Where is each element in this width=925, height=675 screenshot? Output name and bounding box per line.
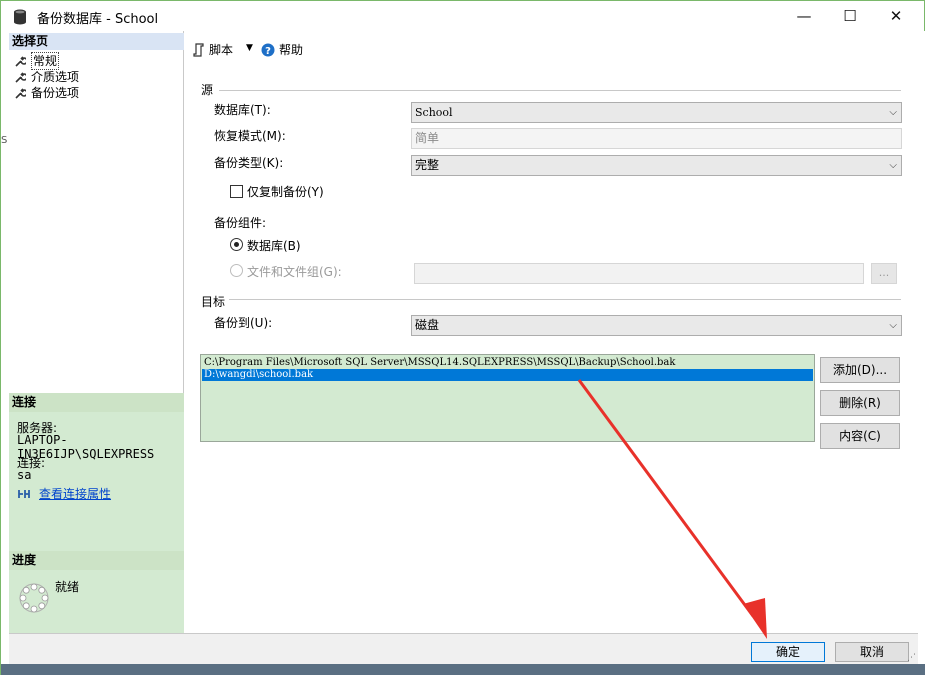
- chevron-down-icon: ⌵: [889, 160, 897, 171]
- connection-header: 连接: [9, 393, 184, 412]
- page-item-label: 常规: [31, 52, 60, 70]
- component-files-radio[interactable]: [230, 264, 243, 277]
- database-value: School: [415, 106, 453, 119]
- database-label: 数据库(T):: [214, 103, 271, 117]
- wrench-icon: [15, 87, 26, 99]
- files-filegroups-input: [414, 263, 864, 284]
- source-section-label: 源: [201, 83, 214, 97]
- svg-text:?: ?: [265, 46, 271, 57]
- connection-value: sa: [17, 468, 32, 482]
- destination-path-item[interactable]: C:\Program Files\Microsoft SQL Server\MS…: [202, 357, 813, 369]
- backup-type-select[interactable]: 完整 ⌵: [411, 155, 902, 176]
- component-database-radio[interactable]: [230, 238, 243, 251]
- backup-to-select[interactable]: 磁盘 ⌵: [411, 315, 902, 336]
- maximize-button[interactable]: ☐: [827, 1, 873, 31]
- script-label: 脚本: [209, 43, 234, 57]
- backup-database-window: 备份数据库 - School — ☐ ✕ S 选择页 常规 介质选项 备份选项 …: [0, 0, 925, 675]
- general-page-content: 脚本 ▼ ? 帮助 源 数据库(T): School ⌵ 恢复模式(M): 简单…: [185, 31, 918, 633]
- dialog-button-bar: 确定 取消: [9, 633, 918, 664]
- script-dropdown-arrow[interactable]: ▼: [246, 43, 253, 53]
- page-item-general[interactable]: 常规: [15, 52, 60, 70]
- window-right-edge: [918, 31, 925, 664]
- resize-grip-icon[interactable]: ⋰: [907, 653, 916, 663]
- title-bar: 备份数据库 - School — ☐ ✕: [1, 1, 924, 31]
- remove-destination-button[interactable]: 删除(R): [820, 390, 900, 416]
- copy-only-checkbox[interactable]: [230, 185, 243, 198]
- destination-section-label: 目标: [201, 295, 226, 309]
- recovery-model-label: 恢复模式(M):: [214, 129, 286, 143]
- component-database-label[interactable]: 数据库(B): [247, 237, 301, 254]
- ok-button[interactable]: 确定: [751, 642, 825, 662]
- destination-divider: [229, 299, 901, 300]
- page-item-media-options[interactable]: 介质选项: [15, 69, 79, 85]
- backup-type-label: 备份类型(K):: [214, 156, 284, 170]
- minimize-button[interactable]: —: [781, 1, 827, 31]
- backup-component-label: 备份组件:: [214, 216, 267, 230]
- files-browse-button: ...: [871, 263, 897, 284]
- window-title: 备份数据库 - School: [37, 12, 159, 27]
- database-select[interactable]: School ⌵: [411, 102, 902, 123]
- progress-panel: 就绪: [9, 570, 184, 633]
- backup-to-label: 备份到(U):: [214, 316, 273, 330]
- script-button[interactable]: 脚本: [193, 41, 233, 58]
- left-panel: 选择页 常规 介质选项 备份选项 连接 服务器: LAPTOP-IN3E6IJP…: [9, 31, 184, 633]
- backup-destination-list[interactable]: C:\Program Files\Microsoft SQL Server\MS…: [200, 354, 815, 442]
- taskbar-strip: [1, 664, 925, 675]
- view-connection-properties-link[interactable]: 查看连接属性: [39, 485, 111, 502]
- add-destination-button[interactable]: 添加(D)...: [820, 357, 900, 383]
- chevron-down-icon: ⌵: [889, 107, 897, 118]
- page-item-backup-options[interactable]: 备份选项: [15, 85, 79, 101]
- connection-properties-icon: [18, 489, 30, 498]
- background-window-text: S: [1, 135, 8, 146]
- contents-button[interactable]: 内容(C): [820, 423, 900, 449]
- source-divider: [219, 90, 901, 91]
- progress-header: 进度: [9, 551, 184, 570]
- cancel-button[interactable]: 取消: [835, 642, 909, 662]
- progress-spinner-icon: [19, 583, 49, 613]
- help-label: 帮助: [279, 43, 304, 57]
- backup-to-value: 磁盘: [415, 318, 440, 332]
- toolbar: 脚本 ▼ ? 帮助: [185, 31, 918, 67]
- database-icon: [14, 9, 26, 25]
- page-item-label: 备份选项: [31, 86, 80, 100]
- close-button[interactable]: ✕: [873, 1, 919, 31]
- connection-panel: 服务器: LAPTOP-IN3E6IJP\SQLEXPRESS 连接: sa 查…: [9, 412, 184, 551]
- progress-status: 就绪: [55, 580, 80, 594]
- wrench-icon: [15, 71, 26, 83]
- view-connection-properties[interactable]: 查看连接属性: [17, 485, 111, 502]
- help-button[interactable]: ? 帮助: [261, 41, 303, 58]
- backup-type-value: 完整: [415, 158, 440, 172]
- help-icon: ?: [261, 43, 275, 57]
- recovery-model-field: 简单: [411, 128, 902, 149]
- page-item-label: 介质选项: [31, 70, 80, 84]
- destination-path-item-selected[interactable]: D:\wangdi\school.bak: [202, 369, 813, 381]
- script-icon: [193, 42, 204, 57]
- copy-only-label[interactable]: 仅复制备份(Y): [247, 183, 324, 200]
- select-page-header: 选择页: [9, 33, 184, 50]
- wrench-icon: [15, 55, 26, 67]
- chevron-down-icon: ⌵: [889, 320, 897, 331]
- background-window-edge: S: [1, 31, 9, 663]
- component-files-label[interactable]: 文件和文件组(G):: [247, 263, 342, 280]
